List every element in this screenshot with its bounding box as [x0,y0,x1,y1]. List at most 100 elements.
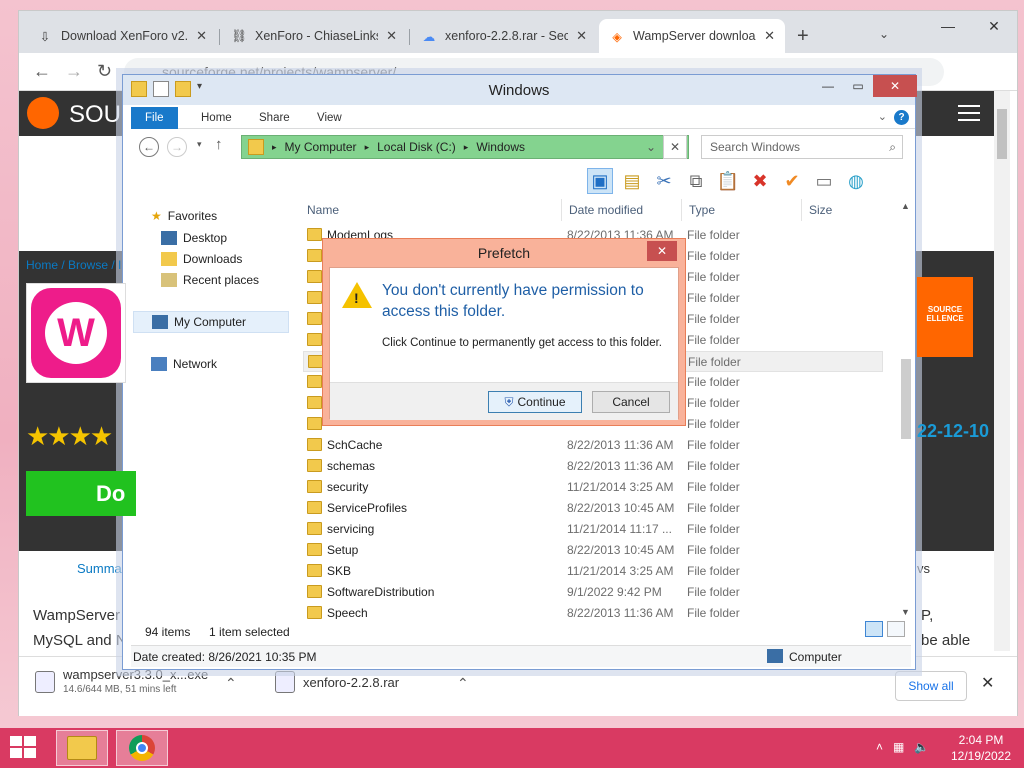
globe-icon[interactable]: ◍ [843,168,869,194]
taskbar-file-explorer[interactable] [56,730,108,766]
tab-share[interactable]: Share [245,107,304,129]
minimize-icon[interactable]: — [813,75,843,97]
download-button[interactable]: Do [26,471,136,516]
tab-view[interactable]: View [303,107,356,129]
close-icon[interactable]: ✕ [196,28,207,44]
tab-wampserver[interactable]: ◈ WampServer download ✕ [599,19,785,53]
nav-downloads[interactable]: Downloads [161,252,242,266]
nav-favorites[interactable]: ★ Favorites [151,209,217,223]
column-size[interactable]: Size [809,203,832,217]
help-icon[interactable]: ? [894,110,909,125]
column-separator[interactable] [561,199,562,221]
close-icon[interactable]: ✕ [663,135,687,159]
show-hidden-icons-icon[interactable]: ˄ [876,740,883,754]
file-row[interactable]: Setup 8/22/2013 10:45 AM File folder [303,540,883,561]
cancel-button[interactable]: Cancel [592,391,670,413]
chevron-up-icon[interactable]: ⌃ [457,675,469,692]
properties-icon[interactable]: ▤ [619,168,645,194]
windows-start-icon[interactable] [10,736,38,760]
show-all-button[interactable]: Show all [895,671,967,701]
reload-icon[interactable]: ↻ [97,61,112,82]
column-type[interactable]: Type [689,203,715,217]
file-row[interactable]: SoftwareDistribution 9/1/2022 9:42 PM File… [303,582,883,603]
column-date-modified[interactable]: Date modified [569,203,643,217]
minimize-icon[interactable]: — [925,11,971,41]
close-icon[interactable]: ✕ [386,28,397,44]
nav-my-computer[interactable]: My Computer [133,311,289,333]
nav-network[interactable]: Network [151,357,217,371]
column-separator[interactable] [681,199,682,221]
chevron-down-icon[interactable]: ⌄ [878,110,887,123]
sourceforge-logo-icon[interactable] [27,97,59,129]
tab-xenforo-rar[interactable]: ☁ xenforo-2.2.8.rar - Secu ✕ [411,19,597,53]
file-row[interactable]: security 11/21/2014 3:25 AM File folder [303,477,883,498]
tab-reviews[interactable]: vs [917,561,930,576]
tab-summary[interactable]: Summa [77,561,122,576]
network-status-icon[interactable]: ▦ [893,740,904,754]
hamburger-menu-icon[interactable] [958,105,980,121]
up-arrow-icon[interactable]: ↑ [215,136,223,153]
tab-file[interactable]: File [131,107,178,129]
crumb-windows[interactable]: Windows [476,140,525,154]
tab-search-chevron-icon[interactable]: ⌄ [879,27,889,41]
clock[interactable]: 2:04 PM 12/19/2022 [944,732,1018,764]
folder-icon [307,480,322,493]
forward-arrow-icon[interactable]: → [167,137,187,157]
cut-icon[interactable]: ✂ [651,168,677,194]
new-tab-button[interactable]: + [797,25,809,48]
close-icon[interactable]: ✕ [873,75,917,97]
close-icon[interactable]: ✕ [764,28,775,44]
back-arrow-icon[interactable]: ← [139,137,159,157]
tab-xenforo-download[interactable]: ⇩ Download XenForo v2.2 ✕ [27,19,217,53]
close-icon[interactable]: ✕ [647,241,677,261]
navigation-pane: ★ Favorites Desktop Downloads Recent plac… [131,199,291,629]
scroll-up-icon[interactable]: ▲ [901,201,910,211]
nav-recent-places[interactable]: Recent places [161,273,259,287]
crumb-local-disk[interactable]: Local Disk (C:) [377,140,456,154]
file-row[interactable]: Speech 8/22/2013 11:36 AM File folder [303,603,883,619]
preview-pane-icon[interactable]: ▣ [587,168,613,194]
scrollbar-thumb[interactable] [901,359,911,439]
file-row[interactable]: schemas 8/22/2013 11:36 AM File folder [303,456,883,477]
file-row[interactable]: SKB 11/21/2014 3:25 AM File folder [303,561,883,582]
close-icon[interactable]: ✕ [981,673,994,693]
continue-button[interactable]: ⛨ Continue [488,391,582,413]
checkmark-icon[interactable]: ✔ [779,168,805,194]
scrollbar-thumb[interactable] [997,109,1007,159]
back-arrow-icon[interactable]: ← [33,61,51,82]
file-row[interactable]: SchCache 8/22/2013 11:36 AM File folder [303,435,883,456]
tab-chiaselinks[interactable]: ⛓ XenForo - ChiaseLinks ✕ [221,19,407,53]
recent-locations-icon[interactable]: ▾ [197,139,202,150]
paste-icon[interactable]: 📋 [715,168,741,194]
copy-icon[interactable]: ⧉ [683,168,709,194]
close-icon[interactable]: ✕ [576,28,587,44]
download-item-wampserver[interactable]: wampserver3.3.0_x...exe 14.6/644 MB, 51 … [35,667,208,707]
breadcrumb[interactable]: Home / Browse / I [26,258,121,272]
chevron-down-icon[interactable]: ⌄ [641,135,661,159]
delete-icon[interactable]: ✖ [747,168,773,194]
maximize-icon[interactable]: ▭ [843,75,873,97]
large-icons-view-icon[interactable] [887,621,905,637]
forward-arrow-icon[interactable]: → [65,61,83,82]
close-window-icon[interactable]: ✕ [971,11,1017,41]
page-scrollbar[interactable] [994,91,1010,651]
address-breadcrumb[interactable]: ▸ My Computer ▸ Local Disk (C:) ▸ Window… [241,135,689,159]
file-type: File folder [687,438,740,452]
taskbar-chrome[interactable] [116,730,168,766]
crumb-my-computer[interactable]: My Computer [285,140,357,154]
tab-home[interactable]: Home [187,107,246,129]
file-list-scrollbar[interactable]: ▲ ▼ [899,199,913,619]
rename-icon[interactable]: ▭ [811,168,837,194]
nav-desktop[interactable]: Desktop [161,231,227,245]
search-input[interactable]: Search Windows ⌕ [701,135,903,159]
volume-icon[interactable]: 🔈 [914,740,929,754]
chevron-up-icon[interactable]: ⌃ [225,675,237,692]
download-item-xenforo[interactable]: xenforo-2.2.8.rar [275,667,399,707]
file-date-modified: 8/22/2013 11:36 AM [567,606,674,619]
column-separator[interactable] [801,199,802,221]
details-view-icon[interactable] [865,621,883,637]
scroll-down-icon[interactable]: ▼ [901,607,910,617]
column-name[interactable]: Name [307,203,339,217]
file-row[interactable]: servicing 11/21/2014 11:17 ... File folder [303,519,883,540]
file-row[interactable]: ServiceProfiles 8/22/2013 10:45 AM File fo… [303,498,883,519]
